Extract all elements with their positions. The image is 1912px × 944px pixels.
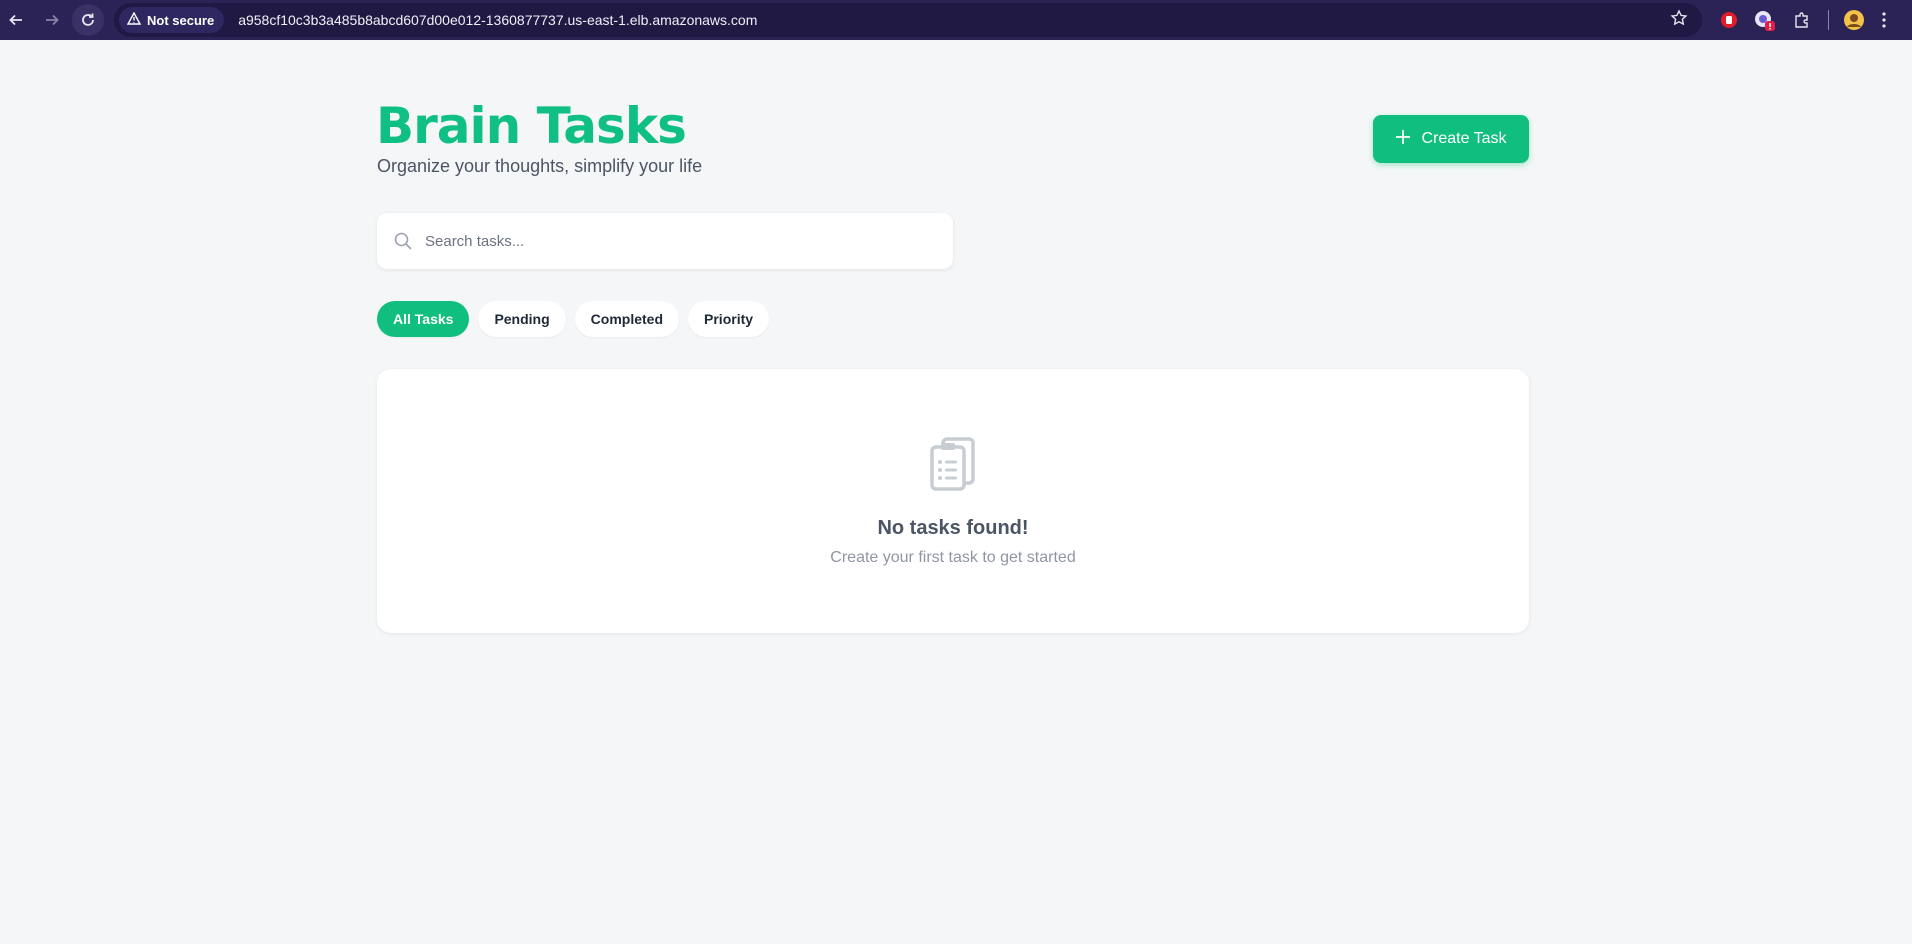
back-icon[interactable] [2, 6, 30, 34]
profile-avatar-icon[interactable] [1840, 6, 1868, 34]
clipboard-icon [926, 435, 980, 493]
browser-menu-icon[interactable] [1870, 6, 1898, 34]
create-task-label: Create Task [1421, 130, 1507, 147]
reload-icon[interactable] [72, 4, 104, 36]
page-title: Brain Tasks [376, 97, 687, 155]
browser-toolbar: Not secure a958cf10c3b3a485b8abcd607d00e… [0, 0, 1912, 40]
security-label: Not secure [147, 12, 215, 28]
page-subtitle: Organize your thoughts, simplify your li… [377, 156, 703, 176]
filter-completed[interactable]: Completed [574, 301, 680, 337]
extension-stop-icon[interactable] [1715, 6, 1743, 34]
bookmark-star-icon[interactable] [1670, 9, 1688, 32]
plus-icon [1395, 129, 1411, 150]
filter-priority[interactable]: Priority [688, 301, 770, 337]
search-icon [393, 231, 413, 251]
warning-icon [126, 11, 142, 28]
extensions-puzzle-icon[interactable] [1788, 6, 1816, 34]
not-secure-badge[interactable]: Not secure [119, 7, 225, 33]
task-list-panel: No tasks found! Create your first task t… [377, 369, 1529, 633]
empty-state-title: No tasks found! [877, 517, 1029, 539]
search-box [377, 213, 953, 269]
empty-state-message: Create your first task to get started [830, 549, 1076, 566]
filter-pending[interactable]: Pending [478, 301, 566, 337]
filter-tabs: All Tasks Pending Completed Priority [377, 301, 770, 337]
search-input[interactable] [425, 232, 905, 250]
forward-icon[interactable] [38, 6, 66, 34]
url-text[interactable]: a958cf10c3b3a485b8abcd607d00e012-1360877… [238, 12, 757, 28]
create-task-button[interactable]: Create Task [1373, 115, 1529, 163]
toolbar-divider [1828, 10, 1829, 30]
address-bar[interactable]: Not secure a958cf10c3b3a485b8abcd607d00e… [114, 3, 1702, 37]
extension-badge-icon[interactable] [1750, 6, 1778, 34]
filter-all-tasks[interactable]: All Tasks [377, 301, 470, 337]
